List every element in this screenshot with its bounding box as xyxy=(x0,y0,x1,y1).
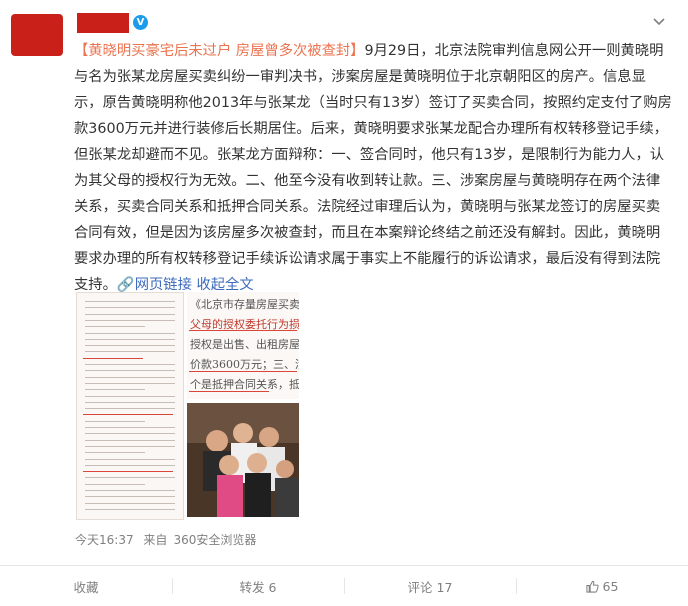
post-time[interactable]: 今天16:37 xyxy=(75,533,134,547)
document-line xyxy=(85,326,145,328)
repost-label: 转发 6 xyxy=(239,579,277,595)
document-line xyxy=(85,490,175,491)
weibo-post-card: V 【黄晓明买豪宅后未过户 房屋曾多次被查封】9月29日，北京法院审判信息网公开… xyxy=(0,0,688,606)
post-title-tag[interactable]: 【黄晓明买豪宅后未过户 房屋曾多次被查封】 xyxy=(74,43,364,59)
document-line xyxy=(85,458,175,460)
clip-line: 价款3600万元；三、涉 xyxy=(190,358,299,371)
verified-badge-icon: V xyxy=(133,15,148,30)
like-count: 65 xyxy=(602,578,619,594)
document-line xyxy=(85,452,145,454)
document-line xyxy=(85,370,175,372)
document-line xyxy=(85,464,175,466)
document-line xyxy=(85,420,145,422)
document-line xyxy=(85,439,175,441)
post-text: 【黄晓明买豪宅后未过户 房屋曾多次被查封】9月29日，北京法院审判信息网公开一则… xyxy=(74,38,674,298)
thumbnail-photo[interactable] xyxy=(187,403,299,517)
document-line xyxy=(85,307,175,309)
thumbnail-text-clip[interactable]: 《北京市存量房屋买卖合 父母的授权委托行为损害 授权是出售、出租房屋等 价款36… xyxy=(187,292,299,399)
document-line xyxy=(85,389,145,391)
post-body: 9月29日，北京法院审判信息网公开一则黄晓明与名为张某龙房屋买卖纠纷一审判决书，… xyxy=(74,43,672,293)
document-line xyxy=(85,401,175,403)
clip-line: 《北京市存量房屋买卖合 xyxy=(190,298,299,311)
document-line xyxy=(85,376,175,378)
document-line xyxy=(83,414,173,416)
username-redacted[interactable] xyxy=(77,13,129,33)
post-meta: 今天16:37 来自 360安全浏览器 xyxy=(75,531,262,548)
document-line xyxy=(85,502,175,504)
document-line xyxy=(85,332,175,334)
document-line xyxy=(83,471,173,473)
document-line xyxy=(85,477,175,479)
web-link-label: 网页链接 xyxy=(134,277,192,293)
thumbnail-document[interactable] xyxy=(76,292,184,520)
comment-button[interactable]: 评论 17 xyxy=(344,566,516,606)
document-line xyxy=(85,364,175,365)
document-line xyxy=(83,357,143,359)
document-line xyxy=(85,508,175,510)
clip-line: 授权是出售、出租房屋等 xyxy=(190,338,299,351)
chevron-down-icon[interactable] xyxy=(651,15,667,31)
avatar[interactable] xyxy=(11,14,63,56)
document-line xyxy=(85,338,175,340)
document-line xyxy=(85,345,175,347)
favorite-label: 收藏 xyxy=(73,579,99,595)
document-line xyxy=(85,483,145,485)
favorite-button[interactable]: 收藏 xyxy=(0,566,172,606)
post-source[interactable]: 360安全浏览器 xyxy=(173,533,256,547)
document-line xyxy=(85,351,175,353)
document-line xyxy=(85,319,175,321)
document-line xyxy=(85,433,175,435)
document-line xyxy=(85,427,175,428)
thumbs-up-icon xyxy=(585,580,599,593)
document-line xyxy=(85,496,175,498)
document-line xyxy=(85,445,175,447)
source-prefix: 来自 xyxy=(143,533,168,547)
web-link[interactable]: 🔗网页链接 xyxy=(117,277,192,293)
document-line xyxy=(85,382,175,384)
document-line xyxy=(85,395,175,397)
repost-button[interactable]: 转发 6 xyxy=(172,566,344,606)
document-line xyxy=(85,408,175,410)
comment-label: 评论 17 xyxy=(407,579,453,595)
clip-line: 个是抵押合同关系，抵押 xyxy=(190,378,299,391)
like-button[interactable]: 65 xyxy=(516,566,688,606)
collapse-text-link[interactable]: 收起全文 xyxy=(196,277,253,293)
action-bar: 收藏 转发 6 评论 17 65 xyxy=(0,566,688,606)
document-line xyxy=(85,301,175,302)
document-line xyxy=(85,313,175,315)
